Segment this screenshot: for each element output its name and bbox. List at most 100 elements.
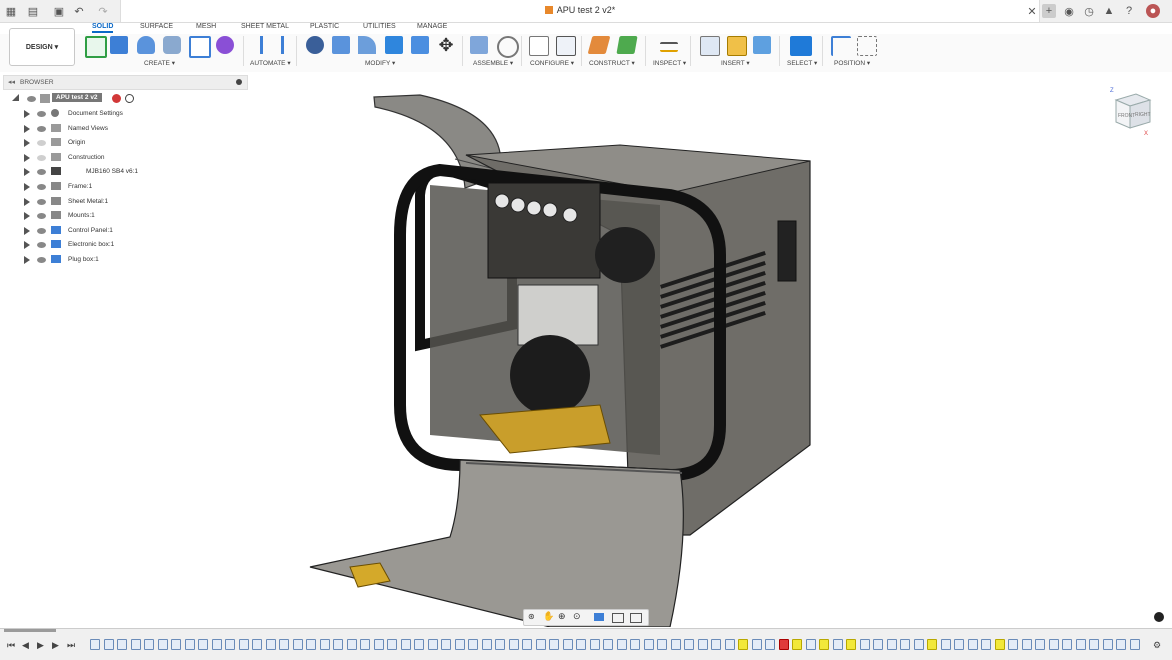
timeline-feature[interactable] [279,639,289,650]
timeline-feature[interactable] [954,639,964,650]
notifications-icon[interactable]: ▲ [1102,4,1116,18]
timeline-first-icon[interactable]: ⏮ [7,640,15,651]
group-position[interactable]: POSITION ▾ [834,59,870,67]
timeline-feature[interactable] [117,639,127,650]
browser-header[interactable]: ◂◂ BROWSER [3,75,248,90]
timeline-feature[interactable] [670,639,681,650]
display-settings-icon[interactable] [594,613,604,621]
timeline-feature[interactable] [1089,639,1099,650]
rectangular-pattern-icon[interactable] [189,36,211,58]
visibility-eye-icon[interactable] [37,154,46,161]
timeline-previous-icon[interactable]: ◀ [22,640,29,651]
new-component-icon[interactable] [470,36,488,54]
timeline-feature[interactable] [333,639,343,650]
group-assemble[interactable]: ASSEMBLE ▾ [473,59,513,67]
redo-icon[interactable]: ↷ [96,4,110,18]
orbit-icon[interactable]: ⊛ [528,612,535,621]
measure-icon[interactable] [660,42,678,52]
timeline-feature[interactable] [1048,639,1059,650]
timeline-feature[interactable] [387,639,397,650]
timeline-feature[interactable] [751,639,762,650]
timeline-feature[interactable] [225,639,235,650]
browser-item[interactable]: Sheet Metal:1 [24,196,244,208]
viewport-canvas[interactable] [250,75,1172,627]
attach-canvas-icon[interactable] [753,36,771,54]
timeline-feature[interactable] [454,639,465,650]
expand-triangle-icon[interactable] [24,110,30,118]
timeline-feature[interactable] [927,639,937,650]
viewports-icon[interactable] [630,613,642,623]
revolve-icon[interactable] [137,36,155,54]
tab-utilities[interactable]: UTILITIES [363,23,396,30]
timeline-feature[interactable] [589,639,600,650]
timeline-feature[interactable] [171,639,181,650]
group-modify[interactable]: MODIFY ▾ [365,59,395,67]
visibility-eye-icon[interactable] [37,184,46,190]
browser-item[interactable]: Origin [24,137,244,149]
visibility-eye-icon[interactable] [37,169,46,176]
timeline-feature[interactable] [1129,639,1140,650]
root-component-label[interactable]: APU test 2 v2 [52,93,102,102]
expand-triangle-icon[interactable] [24,197,30,206]
visibility-eye-icon[interactable] [37,227,46,234]
browser-item[interactable]: Document Settings [24,108,244,120]
timeline-feature[interactable] [832,639,843,650]
timeline-feature[interactable] [400,639,411,650]
expand-triangle-icon[interactable] [24,212,30,221]
timeline-feature[interactable] [792,639,802,650]
timeline-feature[interactable] [495,639,505,650]
timeline-next-icon[interactable]: ▶ [52,640,59,651]
timeline-feature[interactable] [238,639,249,650]
joint-icon[interactable] [497,36,519,58]
midplane-icon[interactable] [616,36,638,54]
timeline-feature[interactable] [900,639,910,650]
comments-icon[interactable] [1154,612,1164,622]
capture-position-icon[interactable] [831,36,851,56]
timeline-feature[interactable] [805,639,816,650]
expand-triangle-icon[interactable] [24,241,30,250]
close-tab-icon[interactable]: ✕ [1025,4,1039,18]
timeline-feature[interactable] [103,639,114,650]
timeline-feature[interactable] [414,639,424,650]
create-sketch-icon[interactable] [85,36,107,58]
activate-radio-icon[interactable] [125,94,134,103]
timeline-feature[interactable] [1062,639,1072,650]
browser-item[interactable]: Electronic box:1 [24,239,244,251]
expand-triangle-icon[interactable] [24,226,30,235]
timeline-feature[interactable] [1021,639,1032,650]
timeline-feature[interactable] [535,639,546,650]
tab-sheet-metal[interactable]: SHEET METAL [241,23,289,30]
expand-triangle-icon[interactable] [24,124,30,133]
timeline-feature[interactable] [198,639,208,650]
group-construct[interactable]: CONSTRUCT ▾ [589,59,635,67]
expand-triangle-icon[interactable] [12,94,19,101]
new-tab-icon[interactable]: + [1042,4,1056,18]
group-inspect[interactable]: INSPECT ▾ [653,59,686,67]
move-copy-icon[interactable]: ✥ [437,36,455,54]
group-automate[interactable]: AUTOMATE ▾ [250,59,291,67]
tab-mesh[interactable]: MESH [196,23,216,30]
timeline-feature[interactable] [1116,639,1126,650]
create-form-icon[interactable] [216,36,234,54]
file-menu-icon[interactable]: ▤ [26,4,40,18]
timeline-feature[interactable] [1075,639,1086,650]
visibility-eye-icon[interactable] [37,111,46,117]
timeline-feature[interactable] [481,639,492,650]
timeline-feature[interactable] [859,639,870,650]
job-status-icon[interactable]: ◷ [1082,4,1096,18]
timeline-feature[interactable] [1102,639,1113,650]
timeline-feature[interactable] [130,639,141,650]
extensions-icon[interactable]: ◉ [1062,4,1076,18]
browser-item[interactable]: Construction [24,152,244,164]
timeline-scrollbar[interactable] [4,629,56,632]
expand-triangle-icon[interactable] [24,168,30,177]
timeline-feature[interactable] [373,639,384,650]
select-icon[interactable] [790,36,812,56]
visibility-eye-icon[interactable] [37,125,46,132]
viewcube-front-label[interactable]: FRONT [1118,113,1135,119]
save-icon[interactable]: ▣ [52,4,66,18]
timeline-feature[interactable] [522,639,532,650]
avatar[interactable]: ● [1146,4,1160,18]
insert-mesh-icon[interactable] [727,36,747,56]
group-select[interactable]: SELECT ▾ [787,59,817,67]
